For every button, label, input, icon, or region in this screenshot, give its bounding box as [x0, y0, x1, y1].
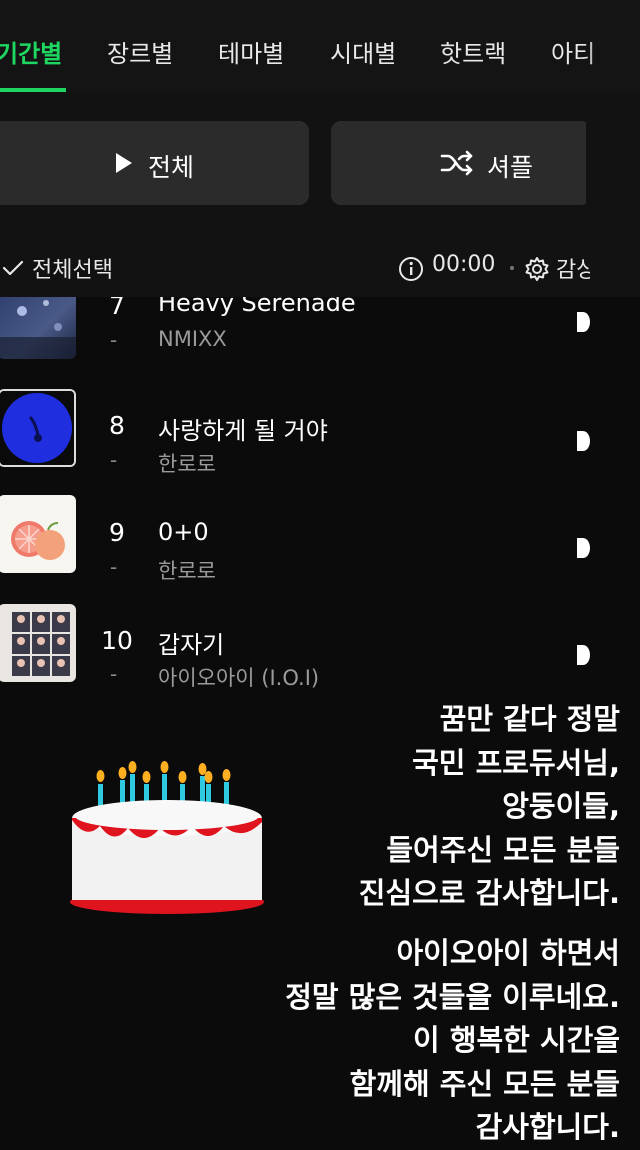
- separator-dot: [510, 266, 514, 270]
- track-rank: 8: [109, 411, 125, 440]
- gear-icon[interactable]: [524, 256, 550, 282]
- play-track-icon[interactable]: [574, 310, 592, 334]
- track-artist: 한로로: [158, 452, 216, 476]
- tab-hot-track[interactable]: 핫트랙: [440, 34, 506, 69]
- play-icon: [116, 153, 132, 173]
- track-list: 7 - Heavy Serenade NMIXX 8 - 사랑하게 될 거야 한…: [0, 297, 640, 700]
- tab-era[interactable]: 시대별: [330, 34, 396, 69]
- track-row[interactable]: 9 - 0+0 한로로: [0, 491, 640, 598]
- play-all-label: 전체: [148, 153, 195, 182]
- track-title: 사랑하게 될 거야: [158, 417, 328, 445]
- track-title: 갑자기: [158, 631, 225, 659]
- track-rank: 10: [101, 626, 133, 655]
- album-cover-grapefruit: [0, 495, 76, 573]
- shuffle-icon: [440, 150, 473, 176]
- rank-change: -: [110, 448, 118, 472]
- play-time: 00:00: [432, 252, 496, 277]
- message-line: 감사합니다.: [475, 1110, 620, 1144]
- birthday-cake-sticker: [70, 761, 264, 914]
- tabs-fade-edge: [584, 0, 640, 92]
- tab-period[interactable]: 기간별: [0, 34, 62, 69]
- message-line: 이 행복한 시간을: [413, 1023, 620, 1057]
- album-cover-sky: [0, 297, 76, 359]
- play-track-icon[interactable]: [574, 536, 592, 560]
- track-artist: 아이오아이 (I.O.I): [158, 666, 320, 690]
- message-line: 진심으로 감사합니다.: [358, 876, 620, 910]
- play-track-icon[interactable]: [574, 429, 592, 453]
- rank-change: -: [110, 328, 118, 352]
- category-tab-bar: 기간별 장르별 테마별 시대별 핫트랙 아티: [0, 0, 640, 92]
- tab-theme[interactable]: 테마별: [218, 34, 284, 69]
- message-line: 국민 프로듀서님,: [412, 745, 620, 780]
- message-line: 정말 많은 것들을 이루네요.: [285, 979, 620, 1014]
- thank-you-message-1: 꿈만 같다 정말 국민 프로듀서님, 앙둥이들, 들어주신 모든 분들 진심으로…: [359, 698, 620, 916]
- checkmark-icon[interactable]: [2, 259, 24, 277]
- info-icon[interactable]: [398, 256, 424, 282]
- play-track-icon[interactable]: [574, 643, 592, 667]
- track-rank: 9: [109, 518, 125, 547]
- album-cover-group-grid: [0, 604, 76, 682]
- message-line: 함께해 주신 모든 분들: [349, 1066, 620, 1101]
- select-all-label[interactable]: 전체선택: [32, 252, 113, 284]
- settings-label[interactable]: 감상: [556, 252, 590, 284]
- track-artist: 한로로: [158, 559, 216, 583]
- shuffle-button[interactable]: 셔플: [331, 121, 591, 205]
- track-row[interactable]: 10 - 갑자기 아이오아이 (I.O.I): [0, 598, 640, 700]
- message-line: 아이오아이 하면서: [396, 936, 620, 970]
- message-line: 들어주신 모든 분들: [386, 832, 620, 867]
- message-line: 앙둥이들,: [502, 789, 620, 823]
- shuffle-label: 셔플: [487, 153, 534, 182]
- rank-change: -: [110, 662, 118, 686]
- track-row[interactable]: 8 - 사랑하게 될 거야 한로로: [0, 384, 640, 491]
- album-cover-blue-circle: [0, 389, 76, 467]
- play-all-button[interactable]: 전체: [0, 121, 309, 205]
- thank-you-message-2: 아이오아이 하면서 정말 많은 것들을 이루네요. 이 행복한 시간을 함께해 …: [285, 932, 620, 1150]
- rank-change: -: [110, 555, 118, 579]
- tab-genre[interactable]: 장르별: [107, 34, 173, 69]
- track-rank: 7: [109, 297, 125, 320]
- track-row[interactable]: 7 - Heavy Serenade NMIXX: [0, 297, 640, 384]
- right-fade-edge: [586, 92, 640, 297]
- track-title: 0+0: [158, 518, 209, 546]
- message-line: 꿈만 같다 정말: [439, 702, 620, 736]
- track-title: Heavy Serenade: [158, 297, 356, 317]
- track-artist: NMIXX: [158, 327, 227, 351]
